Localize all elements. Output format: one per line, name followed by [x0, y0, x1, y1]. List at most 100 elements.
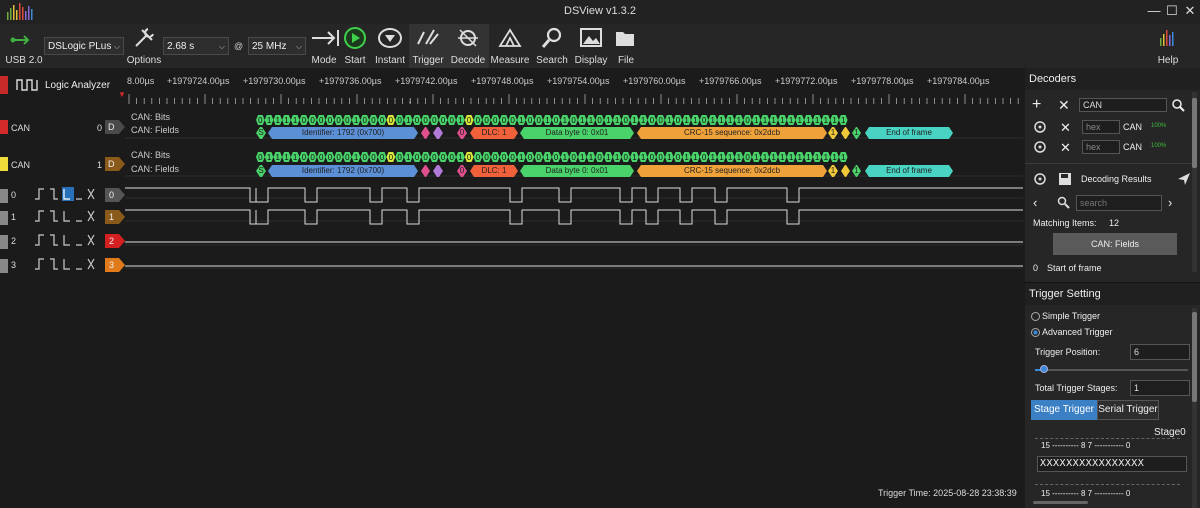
- ch1-waveform: [125, 209, 1023, 225]
- maximize-button[interactable]: ☐: [1164, 3, 1180, 19]
- bit-value: 0: [597, 153, 602, 162]
- sample-rate-select[interactable]: 25 MHz ⌵: [248, 37, 306, 55]
- decoder-search-input[interactable]: CAN: [1079, 98, 1167, 112]
- ch0-color-box[interactable]: [0, 189, 8, 203]
- decoder-format-select[interactable]: hex: [1082, 120, 1120, 134]
- ch2-color-box[interactable]: [0, 235, 8, 249]
- bit-cell: 0: [412, 115, 422, 125]
- prev-chevron-left-icon[interactable]: ‹: [1033, 195, 1037, 210]
- field-dlc[interactable]: DLC: 1: [470, 127, 518, 139]
- bit-value: 0: [371, 153, 376, 162]
- bit-cell: 1: [517, 152, 526, 162]
- waveform-area[interactable]: CAN: Bits CAN: Fields CAN: Bits CAN: Fie…: [125, 108, 1023, 508]
- navigate-arrow-icon[interactable]: [1177, 172, 1191, 186]
- bit-cell: 1: [812, 152, 822, 162]
- sample-time-select[interactable]: 2.68 s ⌵: [163, 37, 229, 55]
- bit-value: 0: [432, 116, 437, 125]
- field-crc[interactable]: CRC-15 sequence: 0x2dcb: [637, 127, 827, 139]
- bit-cell: 0: [421, 115, 430, 125]
- bit-cell: 1: [708, 115, 718, 125]
- next-chevron-right-icon[interactable]: ›: [1168, 195, 1172, 210]
- bit-value: 0: [336, 153, 341, 162]
- search-button[interactable]: Search: [534, 24, 570, 68]
- instant-button[interactable]: Instant: [372, 24, 408, 68]
- file-button[interactable]: File: [608, 24, 644, 68]
- field-identifier[interactable]: Identifier: 1792 (0x700): [268, 165, 418, 177]
- save-icon[interactable]: [1058, 172, 1072, 186]
- field-crc[interactable]: CRC-15 sequence: 0x2dcb: [637, 165, 827, 177]
- ch1-color-box[interactable]: [0, 211, 8, 225]
- trigger-position-input[interactable]: 6: [1130, 344, 1190, 360]
- add-decoder-plus-icon[interactable]: +: [1032, 97, 1050, 113]
- decoder-format-select[interactable]: hex: [1082, 140, 1120, 154]
- bit-value: 0: [441, 116, 446, 125]
- field-eof[interactable]: End of frame: [865, 165, 953, 177]
- tab-stage-trigger[interactable]: Stage Trigger: [1031, 400, 1097, 420]
- ch0-trigger-icons[interactable]: [34, 187, 102, 201]
- bit-cell: 1: [351, 152, 361, 162]
- stage-pattern-input[interactable]: XXXXXXXXXXXXXXXX: [1037, 456, 1187, 472]
- time-ruler[interactable]: 8.00µs +1979724.00µs +1979730.00µs +197973…: [125, 68, 1023, 108]
- field-data[interactable]: Data byte 0: 0x01: [520, 127, 634, 139]
- tab-serial-trigger[interactable]: Serial Trigger: [1097, 400, 1159, 420]
- trigger-position-slider-handle[interactable]: [1040, 365, 1049, 373]
- device-status-label: USB 2.0: [5, 55, 43, 66]
- divider: [1025, 163, 1193, 164]
- ch3-trigger-icons[interactable]: [34, 257, 102, 271]
- ch2-trigger-icons[interactable]: [34, 233, 102, 247]
- ch3-color-box[interactable]: [0, 259, 8, 273]
- bit-cell: 0: [343, 115, 352, 125]
- total-stages-input[interactable]: 1: [1130, 380, 1190, 396]
- result-row-text[interactable]: Start of frame: [1047, 263, 1102, 273]
- close-button[interactable]: ✕: [1182, 3, 1198, 19]
- measure-button[interactable]: Measure: [491, 24, 529, 68]
- ch1-trigger-icons[interactable]: [34, 209, 102, 223]
- results-search-input[interactable]: [1076, 195, 1162, 211]
- bit-value: 1: [284, 153, 289, 162]
- sample-time-value: 2.68 s: [167, 41, 195, 52]
- trigger-position-slider[interactable]: [1035, 369, 1188, 371]
- decode-button[interactable]: Decode: [450, 24, 486, 68]
- bit-cell: 1: [517, 115, 526, 125]
- bit-cell: 0: [412, 152, 422, 162]
- trigger-scrollbar-thumb[interactable]: [1192, 312, 1197, 402]
- decoders-scrollbar-thumb[interactable]: [1192, 98, 1197, 168]
- bit-cell: 0: [438, 152, 448, 162]
- can0-color-box[interactable]: [0, 120, 8, 134]
- bit-cell: 1: [725, 152, 735, 162]
- at-sign: @: [234, 41, 244, 51]
- can1-color-box[interactable]: [0, 157, 8, 171]
- decoder-settings-gear-icon[interactable]: [1033, 120, 1047, 134]
- decoder-search-icon[interactable]: [1171, 98, 1185, 112]
- field-data[interactable]: Data byte 0: 0x01: [520, 165, 634, 177]
- field-dlc[interactable]: DLC: 1: [470, 165, 518, 177]
- bit-cell: 1: [543, 115, 552, 125]
- measure-icon: [498, 28, 522, 47]
- decoder-delete-x-icon[interactable]: ✕: [1060, 140, 1071, 156]
- simple-trigger-radio[interactable]: [1031, 312, 1040, 321]
- decoder-delete-x-icon[interactable]: ✕: [1060, 120, 1071, 136]
- bit-cell: 0: [656, 152, 665, 162]
- options-button[interactable]: Options: [126, 24, 162, 68]
- result-row-index: 0: [1033, 263, 1039, 273]
- play-icon: [344, 27, 366, 49]
- field-eof[interactable]: End of frame: [865, 127, 953, 139]
- bit-value: 0: [702, 153, 707, 162]
- bit-cell: 0: [438, 115, 448, 125]
- bit-cell: 0: [482, 152, 491, 162]
- trigger-button[interactable]: Trigger: [410, 24, 446, 68]
- results-column-header[interactable]: CAN: Fields: [1053, 233, 1177, 255]
- ch0-number: 0: [11, 190, 17, 200]
- device-select[interactable]: DSLogic PLus ⌵: [44, 37, 124, 55]
- bit-value: 0: [467, 116, 472, 125]
- bit-value: 0: [328, 116, 333, 125]
- trigger-hscrollbar-thumb[interactable]: [1033, 501, 1088, 504]
- field-identifier[interactable]: Identifier: 1792 (0x700): [268, 127, 418, 139]
- help-button[interactable]: Help: [1150, 24, 1186, 68]
- decoder-settings-gear-icon[interactable]: [1033, 140, 1047, 154]
- advanced-trigger-radio[interactable]: [1031, 328, 1040, 337]
- results-settings-gear-icon[interactable]: [1033, 172, 1047, 186]
- minimize-button[interactable]: —: [1146, 3, 1162, 19]
- remove-decoder-x-icon[interactable]: ✕: [1058, 97, 1074, 113]
- bit-value: 0: [450, 116, 455, 125]
